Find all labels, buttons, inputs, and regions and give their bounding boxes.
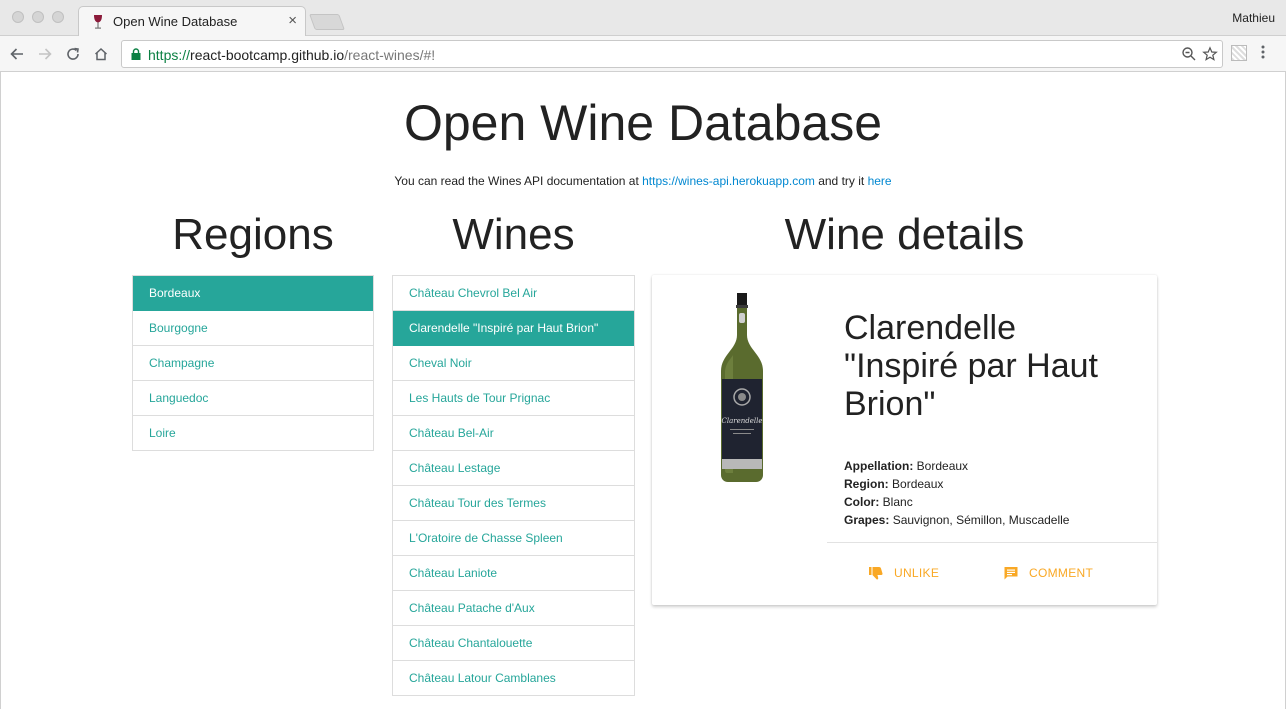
attribute-value: Blanc xyxy=(882,495,913,509)
wine-item[interactable]: Clarendelle "Inspiré par Haut Brion" xyxy=(393,311,634,346)
browser-tab-strip: Open Wine Database × Mathieu xyxy=(0,0,1286,36)
wine-item[interactable]: Château Chevrol Bel Air xyxy=(393,276,634,311)
reload-icon[interactable] xyxy=(62,43,84,65)
wine-item[interactable]: Château Chantalouette xyxy=(393,626,634,661)
try-it-link[interactable]: here xyxy=(868,174,892,188)
wine-item[interactable]: Château Lestage xyxy=(393,451,634,486)
unlike-button[interactable]: UNLIKE xyxy=(868,565,939,581)
region-item[interactable]: Champagne xyxy=(133,346,373,381)
attribute-label: Grapes: xyxy=(844,513,890,527)
new-tab-button[interactable] xyxy=(309,14,345,30)
wine-item[interactable]: Château Bel-Air xyxy=(393,416,634,451)
page-content: Open Wine Database You can read the Wine… xyxy=(0,72,1286,709)
wines-list: Château Chevrol Bel Air Clarendelle "Insp… xyxy=(392,275,635,696)
home-icon[interactable] xyxy=(90,43,112,65)
forward-icon[interactable] xyxy=(34,43,56,65)
url-text[interactable]: https://react-bootcamp.github.io/react-w… xyxy=(148,47,435,63)
menu-icon[interactable] xyxy=(1260,43,1266,66)
wine-item[interactable]: Les Hauts de Tour Prignac xyxy=(393,381,634,416)
region-item[interactable]: Bourgogne xyxy=(133,311,373,346)
wine-attribute-row: Color: Blanc xyxy=(844,493,1069,511)
wine-attributes: Appellation: Bordeaux Region: Bordeaux Col… xyxy=(844,457,1069,529)
wines-heading: Wines xyxy=(452,210,575,259)
attribute-label: Color: xyxy=(844,495,880,509)
regions-heading: Regions xyxy=(172,210,334,259)
star-icon[interactable] xyxy=(1202,46,1218,62)
wine-attribute-row: Appellation: Bordeaux xyxy=(844,457,1069,475)
wine-bottle-image: Clarendelle xyxy=(721,293,763,482)
api-docs-link[interactable]: https://wines-api.herokuapp.com xyxy=(642,174,815,188)
minimize-window-button[interactable] xyxy=(32,11,44,23)
wine-item[interactable]: Château Laniote xyxy=(393,556,634,591)
attribute-label: Region: xyxy=(844,477,889,491)
attribute-value: Bordeaux xyxy=(916,459,969,473)
wine-attribute-row: Grapes: Sauvignon, Sémillon, Muscadelle xyxy=(844,511,1069,529)
page-title: Open Wine Database xyxy=(403,95,883,151)
thumbs-down-icon xyxy=(869,567,883,580)
attribute-label: Appellation: xyxy=(844,459,914,473)
wine-item[interactable]: L'Oratoire de Chasse Spleen xyxy=(393,521,634,556)
zoom-icon[interactable] xyxy=(1181,46,1197,62)
comment-icon xyxy=(1004,567,1018,580)
wine-details-card: Clarendelle Clarendelle "Inspiré par Hau… xyxy=(652,275,1157,605)
wine-name: Clarendelle "Inspiré par Haut Brion" xyxy=(844,309,1098,423)
wine-item[interactable]: Château Latour Camblanes xyxy=(393,661,634,696)
address-bar[interactable]: https://react-bootcamp.github.io/react-w… xyxy=(121,40,1223,68)
region-item[interactable]: Loire xyxy=(133,416,373,451)
region-item[interactable]: Bordeaux xyxy=(133,276,373,311)
unlike-label: UNLIKE xyxy=(894,566,940,580)
wine-details-heading: Wine details xyxy=(784,210,1025,259)
wine-item[interactable]: Château Tour des Termes xyxy=(393,486,634,521)
back-icon[interactable] xyxy=(6,43,28,65)
regions-list: Bordeaux Bourgogne Champagne Languedoc Loire xyxy=(132,275,374,451)
lock-icon xyxy=(131,48,141,60)
wine-attribute-row: Region: Bordeaux xyxy=(844,475,1069,493)
close-window-button[interactable] xyxy=(12,11,24,23)
browser-tab[interactable]: Open Wine Database × xyxy=(78,6,306,36)
comment-button[interactable]: COMMENT xyxy=(1003,565,1093,581)
browser-toolbar: https://react-bootcamp.github.io/react-w… xyxy=(0,36,1286,72)
wine-item[interactable]: Cheval Noir xyxy=(393,346,634,381)
extension-icon[interactable] xyxy=(1231,45,1247,61)
tab-close-icon[interactable]: × xyxy=(288,12,297,29)
wine-item[interactable]: Château Patache d'Aux xyxy=(393,591,634,626)
card-divider xyxy=(827,542,1157,543)
bottle-label-text: Clarendelle xyxy=(721,417,762,425)
region-item[interactable]: Languedoc xyxy=(133,381,373,416)
wine-glass-icon xyxy=(94,15,102,29)
intro-text: You can read the Wines API documentation… xyxy=(394,174,892,188)
tab-title: Open Wine Database xyxy=(113,14,238,29)
maximize-window-button[interactable] xyxy=(52,11,64,23)
profile-name[interactable]: Mathieu xyxy=(1232,11,1275,25)
comment-label: COMMENT xyxy=(1029,566,1094,580)
attribute-value: Sauvignon, Sémillon, Muscadelle xyxy=(892,513,1070,527)
attribute-value: Bordeaux xyxy=(892,477,944,491)
